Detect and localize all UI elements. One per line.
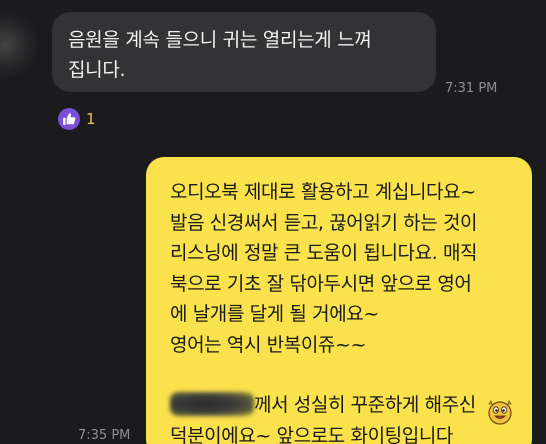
message-line: 오디오북 제대로 활용하고 계십니다요~ bbox=[170, 181, 476, 203]
incoming-message-bubble[interactable]: 음원을 계속 들으니 귀는 열리는게 느껴 집니다. bbox=[52, 12, 436, 92]
message-line: 북으로 기초 잘 닦아두시면 앞으로 영어 bbox=[170, 272, 472, 295]
thumbs-up-icon bbox=[58, 108, 80, 130]
message-line: 발음 신경써서 듣고, 끊어읽기 하는 것이 bbox=[170, 211, 478, 234]
cheering-face-emoji bbox=[488, 400, 512, 425]
message-line: 리스닝에 정말 큰 도움이 됩니다요. 매직 bbox=[170, 242, 478, 264]
message-line: 음원을 계속 들으니 귀는 열리는게 느껴 bbox=[68, 29, 372, 51]
profile-glow bbox=[0, 10, 40, 80]
reaction-badge[interactable]: 1 bbox=[58, 106, 96, 132]
message-line: 영어는 역시 반복이쥬~~ bbox=[170, 333, 367, 356]
incoming-timestamp: 7:31 PM bbox=[445, 81, 498, 96]
chat-screen: 음원을 계속 들으니 귀는 열리는게 느껴 집니다. 7:31 PM 1 오디오… bbox=[0, 0, 546, 444]
message-line: 집니다. bbox=[68, 59, 126, 81]
reaction-count: 1 bbox=[86, 110, 96, 128]
redacted-name bbox=[170, 392, 254, 416]
message-line: 에 날개를 달게 될 거에요~ bbox=[170, 303, 379, 325]
outgoing-message-bubble[interactable]: 오디오북 제대로 활용하고 계십니다요~ 발음 신경써서 듣고, 끊어읽기 하는… bbox=[146, 157, 532, 444]
message-line: 께서 성실히 꾸준하게 해주신 bbox=[170, 390, 518, 421]
message-line: 덕분이에요~ 앞으로도 화이팅입니다 bbox=[170, 424, 453, 444]
outgoing-timestamp: 7:35 PM bbox=[78, 428, 131, 443]
message-line-suffix: 께서 성실히 꾸준하게 해주신 bbox=[254, 394, 476, 416]
